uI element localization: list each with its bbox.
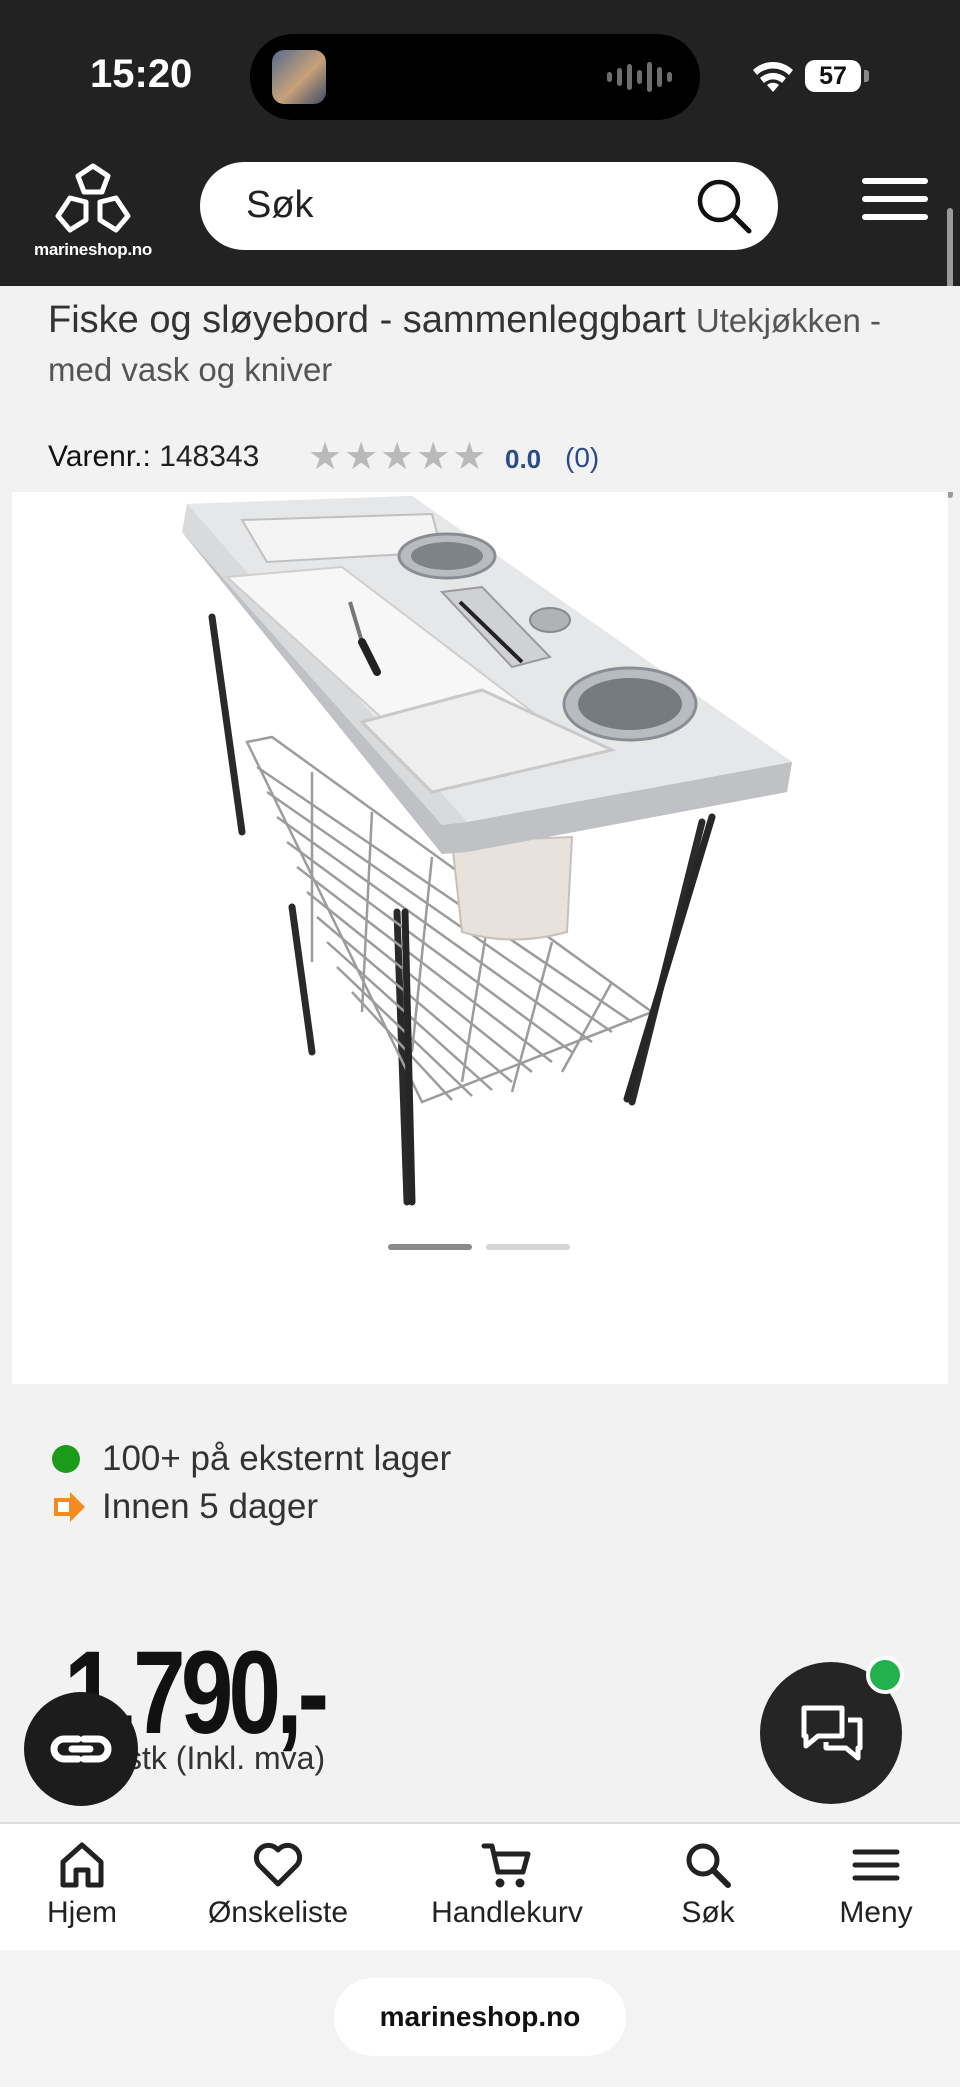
price-unit: stk (Inkl. mva) bbox=[126, 1740, 326, 1776]
nav-search[interactable]: Søk bbox=[664, 1840, 752, 1930]
delivery-arrow-icon bbox=[54, 1492, 85, 1522]
menu-icon bbox=[852, 1849, 900, 1881]
nav-home[interactable]: Hjem bbox=[36, 1840, 128, 1930]
availability-text: 100+ på eksternt lager bbox=[102, 1439, 452, 1478]
site-logo[interactable]: marineshop.no bbox=[28, 160, 158, 270]
now-playing-thumbnail bbox=[272, 50, 326, 104]
star-icon: ★ bbox=[344, 436, 379, 478]
audio-wave-icon bbox=[607, 60, 672, 94]
star-icon: ★ bbox=[308, 436, 343, 478]
battery-tip bbox=[864, 70, 869, 82]
star-icon: ★ bbox=[452, 436, 487, 478]
carousel-dot-1[interactable] bbox=[388, 1244, 472, 1250]
nav-menu[interactable]: Meny bbox=[830, 1840, 922, 1930]
hamburger-menu-icon[interactable] bbox=[862, 178, 928, 228]
logo-mark-icon bbox=[55, 163, 131, 233]
sku-value: 148343 bbox=[159, 440, 260, 473]
delivery-text: Innen 5 dager bbox=[102, 1487, 319, 1526]
logo-text: marineshop.no bbox=[34, 240, 152, 259]
rating-stars[interactable]: ★ ★ ★ ★ ★ bbox=[308, 438, 486, 476]
star-icon: ★ bbox=[380, 436, 415, 478]
heart-icon bbox=[253, 1842, 303, 1887]
nav-cart-label: Handlekurv bbox=[431, 1896, 583, 1929]
url-field[interactable]: marineshop.no bbox=[334, 1978, 626, 2056]
browser-url-bar: marineshop.no bbox=[0, 1950, 960, 2087]
battery-indicator: 57 bbox=[805, 60, 861, 92]
wifi-icon bbox=[753, 62, 793, 92]
cookie-consent-button[interactable] bbox=[24, 1692, 138, 1806]
availability-row: 100+ på eksternt lager bbox=[52, 1439, 451, 1479]
status-bar: 15:20 57 bbox=[0, 0, 960, 150]
sku-label: Varenr.: bbox=[48, 440, 151, 473]
product-image bbox=[182, 496, 792, 1206]
search-icon bbox=[686, 1843, 731, 1888]
review-count-link[interactable]: (0) bbox=[565, 442, 599, 474]
nav-wishlist[interactable]: Ønskeliste bbox=[200, 1840, 356, 1930]
carousel-indicator bbox=[388, 1244, 570, 1250]
product-header: Fiske og sløyebord - sammenleggbart Utekj… bbox=[0, 286, 960, 492]
link-icon bbox=[50, 1735, 112, 1763]
nav-wishlist-label: Ønskeliste bbox=[207, 1896, 349, 1929]
dynamic-island bbox=[250, 34, 700, 120]
cart-icon bbox=[481, 1843, 531, 1888]
delivery-row: Innen 5 dager bbox=[52, 1487, 318, 1527]
chat-online-indicator bbox=[866, 1656, 904, 1694]
status-time: 15:20 bbox=[90, 52, 193, 96]
product-title-block: Fiske og sløyebord - sammenleggbart Utekj… bbox=[48, 296, 908, 394]
bottom-navigation: Hjem Ønskeliste Handlekurv Søk Meny bbox=[0, 1822, 960, 1952]
nav-menu-label: Meny bbox=[839, 1896, 913, 1929]
site-header: marineshop.no Søk bbox=[0, 150, 960, 286]
search-input[interactable]: Søk bbox=[200, 162, 778, 250]
product-sku: Varenr.: 148343 bbox=[48, 440, 259, 474]
search-placeholder: Søk bbox=[246, 184, 314, 226]
nav-home-label: Hjem bbox=[46, 1896, 117, 1929]
product-title: Fiske og sløyebord - sammenleggbart bbox=[48, 299, 686, 341]
in-stock-dot-icon bbox=[52, 1445, 80, 1473]
product-image-carousel[interactable] bbox=[12, 492, 948, 1384]
nav-cart[interactable]: Handlekurv bbox=[424, 1840, 590, 1930]
carousel-dot-2[interactable] bbox=[486, 1244, 570, 1250]
star-icon: ★ bbox=[416, 436, 451, 478]
nav-search-label: Søk bbox=[681, 1896, 735, 1929]
home-icon bbox=[60, 1842, 104, 1888]
rating-value: 0.0 bbox=[505, 444, 542, 474]
search-icon[interactable] bbox=[694, 176, 754, 236]
